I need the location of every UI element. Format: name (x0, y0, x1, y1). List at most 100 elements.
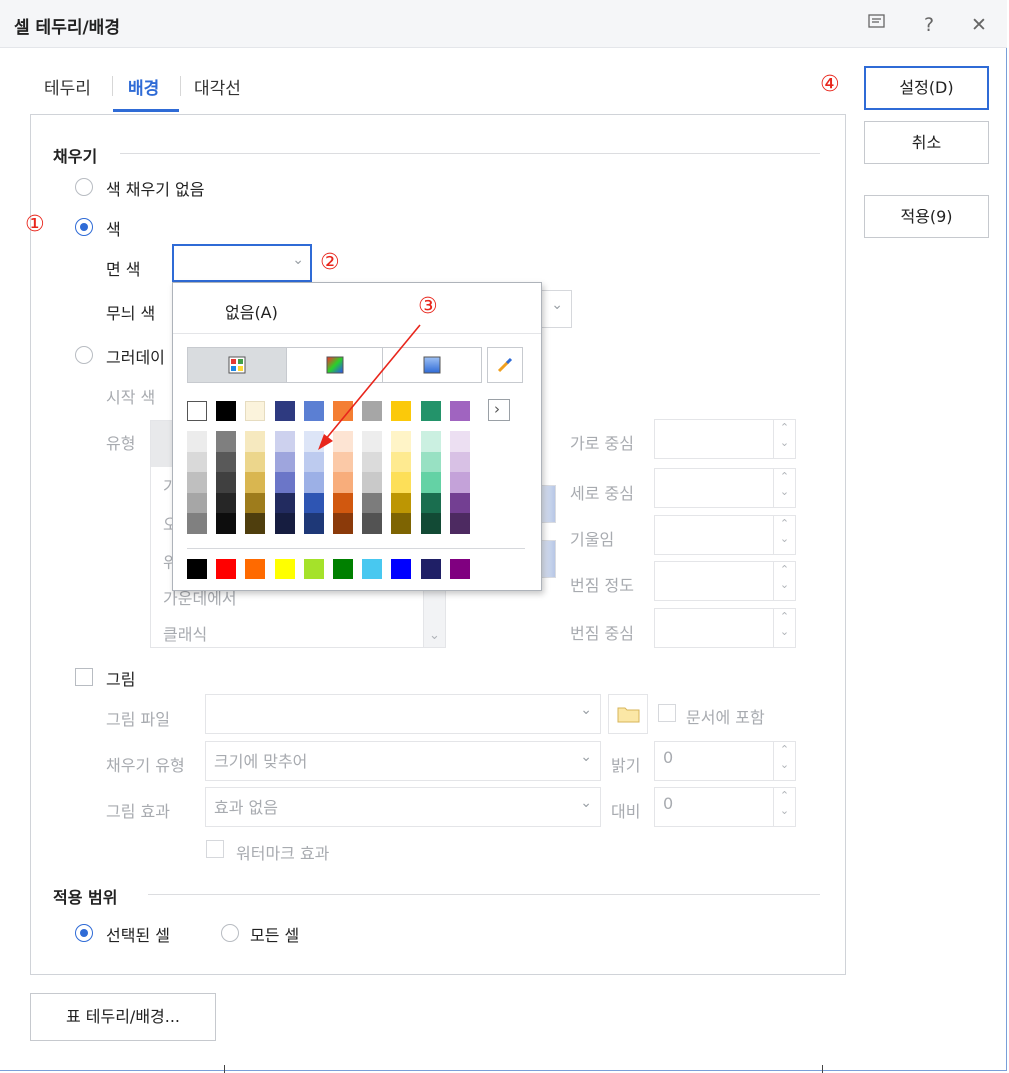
color-swatch[interactable] (187, 451, 207, 473)
no-color-option[interactable]: 없음(A) (225, 299, 278, 323)
color-swatch[interactable] (274, 559, 295, 579)
color-swatch[interactable] (274, 401, 295, 421)
color-swatch[interactable] (245, 472, 266, 493)
color-swatch[interactable] (274, 431, 295, 452)
blur-spinner[interactable]: ⌃ ⌄ (654, 561, 796, 601)
color-swatch[interactable] (449, 401, 470, 421)
color-swatch[interactable] (187, 559, 207, 579)
color-swatch[interactable] (303, 513, 324, 534)
spinner-arrows[interactable]: ⌃ ⌄ (773, 562, 795, 600)
table-border-background-button[interactable]: 표 테두리/배경... (30, 993, 216, 1041)
face-color-dropdown[interactable]: ⌄ (172, 244, 312, 282)
color-swatch[interactable] (303, 472, 324, 493)
color-swatch[interactable] (187, 431, 207, 452)
spinner-arrows[interactable]: ⌃ ⌄ (773, 516, 795, 554)
color-swatch[interactable] (362, 559, 383, 579)
color-swatch[interactable] (216, 513, 237, 534)
spinner-arrows[interactable]: ⌃ ⌄ (773, 420, 795, 458)
brightness-spinner[interactable]: 0 ⌃ ⌄ (654, 741, 796, 781)
include-in-doc-checkbox[interactable] (658, 704, 676, 722)
color-swatch[interactable] (449, 559, 470, 579)
color-swatch[interactable] (333, 472, 353, 493)
gradient-radio[interactable] (75, 346, 93, 364)
color-swatch[interactable] (333, 513, 353, 534)
color-swatch[interactable] (391, 513, 412, 534)
apply-button[interactable]: 적용(9) (864, 195, 989, 238)
color-swatch[interactable] (420, 513, 441, 534)
picture-file-input[interactable]: ⌄ (205, 694, 601, 734)
cancel-button[interactable]: 취소 (864, 121, 989, 164)
color-swatch[interactable] (333, 559, 353, 579)
color-swatch[interactable] (216, 492, 237, 514)
color-swatch[interactable] (245, 559, 266, 579)
eyedropper-button[interactable] (487, 347, 523, 383)
all-cells-radio[interactable] (221, 924, 239, 942)
color-swatch[interactable] (391, 492, 412, 514)
contrast-spinner[interactable]: 0 ⌃ ⌄ (654, 787, 796, 827)
color-swatch[interactable] (391, 472, 412, 493)
eyedropper-icon (497, 357, 513, 373)
color-swatch[interactable] (449, 492, 470, 514)
help-icon[interactable]: ? (916, 12, 942, 38)
color-swatch[interactable] (187, 513, 207, 534)
color-swatch[interactable] (362, 472, 383, 493)
color-swatch[interactable] (245, 401, 266, 421)
blur-label: 번짐 정도 (570, 576, 634, 595)
tab-border[interactable]: 테두리 (44, 74, 91, 99)
color-swatch[interactable] (333, 492, 353, 514)
color-swatch[interactable] (245, 451, 266, 473)
palette-tab[interactable] (187, 347, 287, 383)
selected-cells-radio[interactable] (75, 924, 93, 942)
spinner-arrows[interactable]: ⌃ ⌄ (773, 609, 795, 647)
comment-icon[interactable] (864, 12, 890, 38)
color-swatch[interactable] (449, 513, 470, 534)
blur-center-spinner[interactable]: ⌃ ⌄ (654, 608, 796, 648)
spinner-arrows[interactable]: ⌃ ⌄ (773, 469, 795, 507)
color-swatch[interactable] (187, 472, 207, 493)
tilt-spinner[interactable]: ⌃ ⌄ (654, 515, 796, 555)
v-center-spinner[interactable]: ⌃ ⌄ (654, 468, 796, 508)
color-swatch[interactable] (187, 492, 207, 514)
tab-diagonal[interactable]: 대각선 (194, 74, 241, 99)
color-swatch[interactable] (216, 401, 237, 421)
color-swatch[interactable] (245, 492, 266, 514)
tab-divider (112, 76, 113, 96)
h-center-spinner[interactable]: ⌃ ⌄ (654, 419, 796, 459)
color-swatch[interactable] (362, 492, 383, 514)
color-swatch[interactable] (245, 431, 266, 452)
color-swatch[interactable] (449, 451, 470, 473)
color-swatch[interactable] (449, 472, 470, 493)
color-swatch[interactable] (216, 451, 237, 473)
color-swatch[interactable] (274, 513, 295, 534)
color-swatch[interactable] (245, 513, 266, 534)
color-fill-radio[interactable] (75, 218, 93, 236)
color-swatch[interactable] (303, 492, 324, 514)
gradient-label: 그러데이 (106, 348, 165, 367)
color-swatch[interactable] (216, 431, 237, 452)
color-swatch[interactable] (449, 431, 470, 452)
watermark-checkbox[interactable] (206, 840, 224, 858)
ok-button[interactable]: 설정(D) (864, 66, 989, 110)
color-swatch[interactable] (391, 559, 412, 579)
color-swatch[interactable] (274, 451, 295, 473)
color-swatch[interactable] (420, 492, 441, 514)
color-swatch[interactable] (303, 559, 324, 579)
no-fill-radio[interactable] (75, 178, 93, 196)
spinner-arrows[interactable]: ⌃ ⌄ (773, 742, 795, 780)
close-icon[interactable]: ✕ (966, 12, 992, 38)
color-swatch[interactable] (274, 472, 295, 493)
more-colors-button[interactable]: › (488, 399, 510, 421)
color-swatch[interactable] (420, 472, 441, 493)
tab-background[interactable]: 배경 (128, 74, 159, 99)
picture-checkbox[interactable] (75, 668, 93, 686)
color-swatch[interactable] (216, 472, 237, 493)
color-swatch[interactable] (216, 559, 237, 579)
color-swatch[interactable] (362, 513, 383, 534)
color-swatch[interactable] (420, 559, 441, 579)
spinner-arrows[interactable]: ⌃ ⌄ (773, 788, 795, 826)
color-swatch[interactable] (274, 492, 295, 514)
fill-type-dropdown[interactable]: 크기에 맞추어 ⌄ (205, 741, 601, 781)
picture-effect-dropdown[interactable]: 효과 없음 ⌄ (205, 787, 601, 827)
browse-folder-button[interactable] (608, 694, 648, 734)
color-swatch[interactable] (187, 401, 207, 421)
